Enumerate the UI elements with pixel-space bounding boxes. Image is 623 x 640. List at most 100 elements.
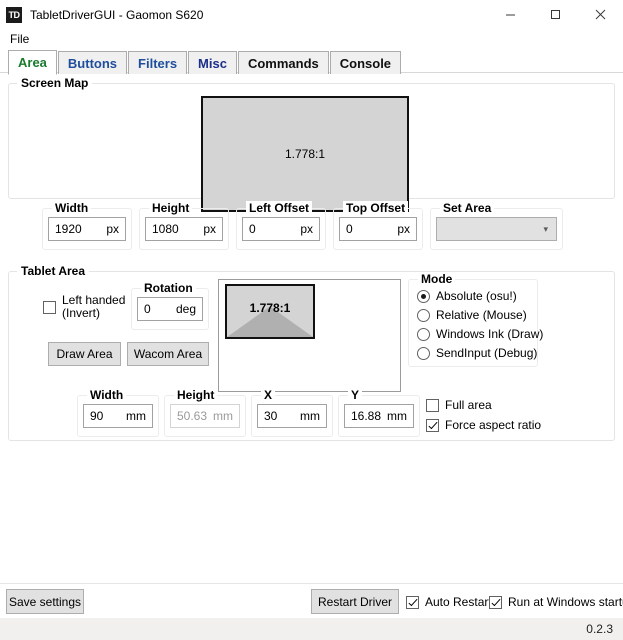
mode-radio-relative[interactable]: [417, 308, 430, 322]
tablet-y-value: 16.88: [351, 409, 382, 423]
tab-buttons[interactable]: Buttons: [57, 51, 128, 74]
tab-commands[interactable]: Commands: [237, 51, 329, 74]
screen-width-group: Width 1920 px: [42, 201, 132, 250]
wacom-area-button[interactable]: Wacom Area: [127, 342, 209, 366]
screen-left-offset-group: Left Offset 0 px: [236, 201, 326, 250]
window-title: TabletDriverGUI - Gaomon S620: [30, 7, 204, 22]
screen-left-offset-label: Left Offset: [246, 201, 312, 215]
screen-top-offset-group: Top Offset 0 px: [333, 201, 423, 250]
mode-option-absolute[interactable]: Absolute (osu!): [417, 289, 517, 303]
rotation-label: Rotation: [141, 281, 196, 295]
mode-option-relative[interactable]: Relative (Mouse): [417, 308, 527, 322]
mode-option-relative-label: Relative (Mouse): [436, 308, 527, 322]
screen-height-unit: px: [203, 222, 216, 236]
full-area-checkbox[interactable]: Full area: [426, 398, 492, 412]
tablet-width-value: 90: [90, 409, 104, 423]
left-handed-label: Left handed (Invert): [62, 293, 126, 320]
screen-left-offset-value: 0: [249, 222, 256, 236]
tablet-area-selection[interactable]: 1.778:1: [225, 284, 315, 339]
rotation-input[interactable]: 0 deg: [137, 297, 203, 321]
tablet-y-input[interactable]: 16.88 mm: [344, 404, 414, 428]
tablet-y-label: Y: [348, 388, 363, 402]
rotation-unit: deg: [175, 302, 196, 316]
screen-top-offset-input[interactable]: 0 px: [339, 217, 417, 241]
tablet-x-input[interactable]: 30 mm: [257, 404, 327, 428]
screen-top-offset-label: Top Offset: [343, 201, 409, 215]
mode-option-sendinput-label: SendInput (Debug): [436, 346, 538, 360]
auto-restart-checkbox[interactable]: Auto Restart: [406, 595, 492, 609]
mode-radio-windows-ink[interactable]: [417, 327, 430, 341]
force-aspect-ratio-checkbox[interactable]: Force aspect ratio: [426, 418, 541, 432]
screen-height-input[interactable]: 1080 px: [145, 217, 223, 241]
screen-top-offset-unit: px: [397, 222, 410, 236]
tablet-area-title: Tablet Area: [17, 264, 90, 278]
screen-width-input[interactable]: 1920 px: [48, 217, 126, 241]
screen-left-offset-input[interactable]: 0 px: [242, 217, 320, 241]
screen-width-unit: px: [106, 222, 119, 236]
tablet-width-group: Width 90 mm: [77, 388, 159, 437]
tab-bar: Area Buttons Filters Misc Commands Conso…: [8, 50, 623, 75]
tab-misc[interactable]: Misc: [188, 51, 237, 74]
run-at-startup-checkbox-box[interactable]: [489, 595, 502, 609]
title-bar: TD TabletDriverGUI - Gaomon S620: [0, 0, 623, 29]
left-handed-checkbox-box[interactable]: [43, 300, 56, 314]
draw-area-button[interactable]: Draw Area: [48, 342, 121, 366]
tablet-x-group: X 30 mm: [251, 388, 333, 437]
tablet-area-ratio-label: 1.778:1: [249, 301, 291, 316]
tablet-height-group: Height 50.63 mm: [164, 388, 246, 437]
tablet-x-label: X: [261, 388, 276, 402]
mode-option-sendinput[interactable]: SendInput (Debug): [417, 346, 537, 360]
screen-map-group: Screen Map 1.778:1: [8, 76, 615, 212]
tablet-height-input[interactable]: 50.63 mm: [170, 404, 240, 428]
bottom-bar: Save settings Restart Driver Auto Restar…: [0, 583, 623, 618]
auto-restart-label: Auto Restart: [425, 595, 492, 609]
tablet-width-input[interactable]: 90 mm: [83, 404, 153, 428]
close-icon[interactable]: [578, 0, 623, 29]
rotation-value: 0: [144, 302, 151, 316]
tablet-y-unit: mm: [387, 409, 407, 423]
maximize-icon[interactable]: [533, 0, 578, 29]
menu-bar: File: [0, 29, 623, 48]
tablet-height-label: Height: [174, 388, 218, 402]
tablet-area-canvas[interactable]: 1.778:1: [218, 279, 401, 392]
screen-width-label: Width: [52, 201, 92, 215]
set-area-label: Set Area: [440, 201, 495, 215]
screen-top-offset-value: 0: [346, 222, 353, 236]
full-area-label: Full area: [445, 398, 492, 412]
tablet-x-unit: mm: [300, 409, 320, 423]
mode-radio-sendinput[interactable]: [417, 346, 430, 360]
menu-item-file[interactable]: File: [6, 31, 33, 47]
mode-radio-absolute[interactable]: [417, 289, 430, 303]
tab-filters[interactable]: Filters: [128, 51, 188, 74]
mode-option-windows-ink[interactable]: Windows Ink (Draw): [417, 327, 543, 341]
tablet-x-value: 30: [264, 409, 278, 423]
screen-map-ratio-label: 1.778:1: [284, 147, 326, 161]
chevron-down-icon: ▾: [543, 223, 548, 234]
screen-height-value: 1080: [152, 222, 179, 236]
run-at-startup-label: Run at Windows startup: [508, 595, 623, 609]
tablet-height-value: 50.63: [177, 409, 208, 423]
save-settings-button[interactable]: Save settings: [6, 589, 84, 614]
tablet-height-unit: mm: [213, 409, 233, 423]
set-area-group: Set Area ▾: [430, 201, 563, 250]
window-controls: [488, 0, 623, 29]
screen-height-label: Height: [149, 201, 193, 215]
tab-console[interactable]: Console: [329, 51, 402, 74]
restart-driver-button[interactable]: Restart Driver: [311, 589, 399, 614]
rotation-group: Rotation 0 deg: [131, 281, 209, 330]
run-at-startup-checkbox[interactable]: Run at Windows startup: [489, 595, 623, 609]
tablet-width-unit: mm: [126, 409, 146, 423]
app-icon: TD: [6, 6, 22, 23]
mode-group: Mode Absolute (osu!) Relative (Mouse) Wi…: [408, 272, 543, 367]
version-label: 0.2.3: [586, 622, 613, 636]
status-bar: 0.2.3: [0, 618, 623, 640]
screen-height-group: Height 1080 px: [139, 201, 229, 250]
tab-area[interactable]: Area: [8, 50, 57, 75]
auto-restart-checkbox-box[interactable]: [406, 595, 419, 609]
screen-map-preview[interactable]: 1.778:1: [201, 96, 409, 212]
left-handed-checkbox[interactable]: Left handed (Invert): [43, 294, 135, 320]
force-aspect-ratio-checkbox-box[interactable]: [426, 418, 439, 432]
full-area-checkbox-box[interactable]: [426, 398, 439, 412]
minimize-icon[interactable]: [488, 0, 533, 29]
set-area-dropdown[interactable]: ▾: [436, 217, 557, 241]
